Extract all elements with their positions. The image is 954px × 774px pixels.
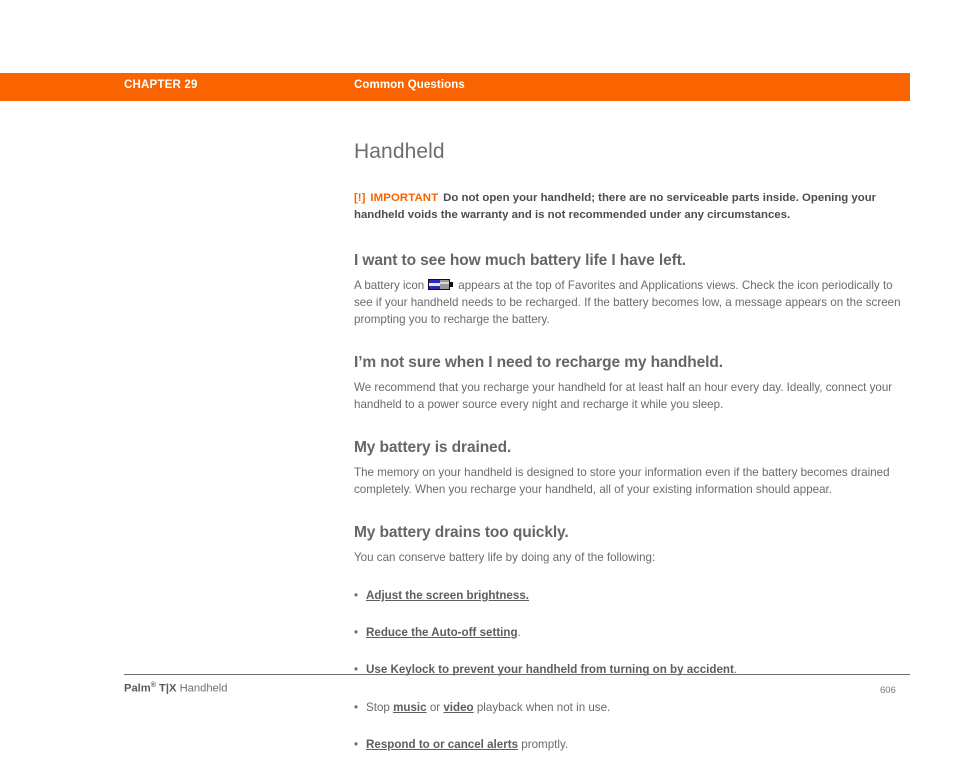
- question-heading-battery-life: I want to see how much battery life I ha…: [354, 251, 686, 269]
- answer-text-drains-quickly: You can conserve battery life by doing a…: [354, 550, 656, 564]
- list-item-middle: or: [426, 700, 444, 714]
- battery-cap: [450, 281, 454, 287]
- question-heading-drains-quickly: My battery drains too quickly.: [354, 523, 569, 541]
- page-title: Handheld: [354, 140, 445, 163]
- list-item-leading: Stop: [366, 700, 394, 714]
- list-item: Respond to or cancel alerts promptly.: [354, 737, 912, 753]
- answer-text-recharge: We recommend that you recharge your hand…: [354, 380, 893, 411]
- link-music[interactable]: music: [393, 701, 427, 714]
- footer-divider: [124, 674, 910, 675]
- conserve-battery-list: Adjust the screen brightness. Reduce the…: [354, 588, 912, 753]
- battery-icon: [428, 278, 454, 290]
- page-number: 606: [880, 685, 896, 696]
- note-bracket-close: ]: [361, 192, 366, 204]
- list-item-trailing: promptly.: [518, 737, 569, 751]
- link-reduce-auto-off-setting[interactable]: Reduce the Auto-off setting: [366, 626, 518, 639]
- list-item: Adjust the screen brightness.: [354, 588, 912, 604]
- link-adjust-screen-brightness[interactable]: Adjust the screen brightness.: [366, 589, 529, 602]
- answer-text-drained: The memory on your handheld is designed …: [354, 465, 890, 496]
- footer-product-label: Palm® T|X Handheld: [124, 682, 227, 695]
- link-video[interactable]: video: [443, 701, 473, 714]
- running-header-bar: CHAPTER 29 Common Questions: [0, 73, 910, 101]
- important-note: [!] IMPORTANT Do not open your handheld; t…: [354, 190, 912, 224]
- note-label: IMPORTANT: [370, 192, 439, 204]
- header-chapter-label: CHAPTER 29: [124, 79, 198, 91]
- battery-gloss: [429, 282, 441, 286]
- link-respond-to-or-cancel-alerts[interactable]: Respond to or cancel alerts: [366, 738, 518, 751]
- list-item: Use Keylock to prevent your handheld fro…: [354, 662, 912, 678]
- battery-empty-shade: [440, 281, 450, 284]
- answer-text-battery-life: A battery icon appears at the top of Fav…: [354, 277, 912, 328]
- question-heading-drained: My battery is drained.: [354, 438, 512, 456]
- footer-brand: Palm: [124, 682, 151, 695]
- question-heading-recharge: I’m not sure when I need to recharge my …: [354, 353, 723, 371]
- list-item-trailing: playback when not in use.: [473, 700, 611, 714]
- list-item: Stop music or video playback when not in…: [354, 700, 912, 716]
- list-item-trailing: .: [517, 626, 521, 640]
- list-item: Reduce the Auto-off setting.: [354, 625, 912, 641]
- answer-text-before-icon: A battery icon: [354, 278, 425, 292]
- page-content: Handheld [!] IMPORTANT Do not open your ha…: [354, 140, 912, 774]
- footer-product: Handheld: [179, 682, 228, 695]
- footer-model-text: T|X: [159, 682, 177, 695]
- header-section-label: Common Questions: [354, 79, 465, 91]
